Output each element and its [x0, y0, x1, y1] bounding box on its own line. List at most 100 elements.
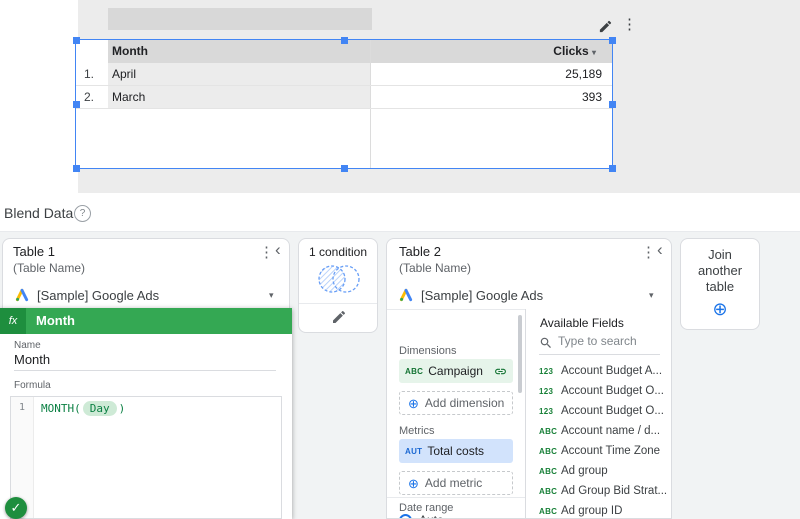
field-list-item[interactable]: 123 Account Budget O...	[539, 381, 664, 401]
field-name-input[interactable]	[14, 352, 270, 367]
field-list-item[interactable]: ABC Ad group ID	[539, 501, 623, 518]
field-name: Ad Group Bid Strat...	[561, 485, 668, 497]
table1-subtitle: (Table Name)	[13, 261, 86, 275]
table2-more-icon[interactable]: ⋮	[641, 245, 656, 260]
column-header-month[interactable]: Month	[112, 40, 148, 63]
scrollbar-thumb[interactable]	[518, 315, 522, 393]
looker-studio-blend-editor: ⋮ Month Clicks ▾ 1. April 25,189 2. Marc…	[0, 0, 800, 519]
available-fields-title: Available Fields	[540, 316, 624, 330]
section-divider	[387, 497, 525, 498]
aggregation-type-icon: AUT	[405, 446, 423, 456]
add-metric-label: Add metric	[424, 476, 483, 490]
table2-datasource[interactable]: [Sample] Google Ads	[421, 288, 543, 303]
date-range-radio[interactable]	[399, 514, 412, 518]
calculated-field-editor: fx Month Name Formula 1 MONTH( Day )	[0, 308, 292, 519]
table2-collapse-icon[interactable]: ‹	[657, 241, 663, 258]
table1-collapse-icon[interactable]: ‹	[275, 241, 281, 258]
table2-title: Table 2	[399, 244, 441, 259]
cell-bg	[108, 63, 370, 86]
field-type-icon: ABC	[405, 366, 424, 376]
table2-panel: Table 2 (Table Name) ⋮ ‹ [Sample] Google…	[386, 238, 672, 519]
available-fields-panel: Available Fields 123Account Budget A... …	[525, 309, 671, 518]
datasource-dropdown-icon[interactable]: ▾	[649, 290, 654, 301]
add-metric-button[interactable]: ⊕ Add metric	[399, 471, 513, 495]
join-another-table-card[interactable]: Join another table ⊕	[680, 238, 760, 330]
field-name: Ad group ID	[561, 505, 623, 517]
input-underline	[14, 370, 276, 371]
field-name: Ad group	[561, 465, 608, 477]
join-another-table-label: Join another table	[697, 247, 743, 294]
selection-handle[interactable]	[73, 37, 80, 44]
edit-condition-pencil-icon[interactable]	[331, 309, 347, 325]
selection-handle[interactable]	[73, 101, 80, 108]
blend-data-bar: Blend Data ?	[0, 193, 800, 394]
metric-chip-label: Total costs	[427, 444, 485, 458]
paren-token: )	[118, 402, 126, 415]
google-ads-icon	[399, 288, 413, 307]
add-icon: ⊕	[408, 395, 419, 411]
table-chart[interactable]: Month Clicks ▾ 1. April 25,189 2. March …	[75, 39, 613, 169]
component-header-bar	[108, 8, 372, 30]
name-label: Name	[14, 340, 41, 351]
cell-month: April	[112, 67, 137, 81]
add-dimension-label: Add dimension	[424, 396, 505, 410]
selection-handle[interactable]	[73, 165, 80, 172]
datasource-dropdown-icon[interactable]: ▾	[269, 290, 274, 301]
row-separator	[76, 108, 612, 109]
field-list-item[interactable]: 123 Account Budget A...	[539, 361, 662, 381]
cell-clicks: 25,189	[565, 67, 602, 81]
add-table-icon[interactable]: ⊕	[681, 299, 759, 320]
field-type-icon: ABC	[539, 506, 558, 516]
cell-bg	[108, 86, 370, 109]
metrics-label: Metrics	[399, 425, 435, 437]
dimension-chip-campaign[interactable]: ABC Campaign	[399, 359, 513, 383]
field-editor-title: Month	[36, 313, 75, 328]
cell-clicks: 393	[581, 90, 602, 104]
selection-handle[interactable]	[609, 101, 616, 108]
field-name: Account name / d...	[561, 425, 661, 437]
metric-chip-total-costs[interactable]: AUT Total costs	[399, 439, 513, 463]
field-name: Account Time Zone	[561, 445, 661, 457]
edit-pencil-icon[interactable]	[598, 19, 613, 34]
selection-handle[interactable]	[609, 37, 616, 44]
sort-arrow-icon: ▾	[591, 48, 596, 57]
formula-editor[interactable]: 1 MONTH( Day )	[10, 396, 282, 519]
formula-label: Formula	[14, 380, 51, 391]
field-list-item[interactable]: ABC Ad Group Bid Strat...	[539, 481, 667, 501]
field-list-item[interactable]: ABC Account name / d...	[539, 421, 660, 441]
selection-handle[interactable]	[609, 165, 616, 172]
field-list-item[interactable]: ABC Account Time Zone	[539, 441, 660, 461]
search-underline	[539, 354, 660, 355]
field-name: Account Budget O...	[561, 405, 664, 417]
field-name: Account Budget O...	[561, 385, 664, 397]
field-type-icon: ABC	[539, 426, 558, 436]
field-type-icon: ABC	[539, 466, 558, 476]
field-list-item[interactable]: ABC Ad group	[539, 461, 608, 481]
fx-icon: fx	[0, 308, 26, 334]
table1-datasource[interactable]: [Sample] Google Ads	[37, 288, 159, 303]
dimensions-label: Dimensions	[399, 345, 457, 357]
dimension-chip-label: Campaign	[428, 364, 483, 378]
field-name: Account Budget A...	[561, 365, 663, 377]
row-number: 1.	[84, 67, 95, 81]
add-icon: ⊕	[408, 475, 419, 491]
save-field-button[interactable]: ✓	[5, 497, 27, 519]
table1-title: Table 1	[13, 244, 55, 259]
field-chip-day[interactable]: Day	[82, 401, 117, 416]
add-dimension-button[interactable]: ⊕ Add dimension	[399, 391, 513, 415]
google-ads-icon	[15, 288, 29, 307]
column-header-clicks[interactable]: Clicks ▾	[370, 40, 596, 63]
help-icon[interactable]: ?	[74, 205, 91, 222]
chart-more-options-icon[interactable]: ⋮	[622, 17, 637, 32]
join-condition-card[interactable]: 1 condition	[298, 238, 378, 333]
line-number: 1	[18, 402, 26, 413]
table1-more-icon[interactable]: ⋮	[259, 245, 274, 260]
cell-month: March	[112, 90, 146, 104]
field-list-item[interactable]: 123 Account Budget O...	[539, 401, 664, 421]
link-icon	[494, 365, 507, 378]
selection-handle[interactable]	[341, 165, 348, 172]
formula-code-line: MONTH( Day )	[41, 401, 125, 416]
card-divider	[299, 303, 377, 304]
selection-handle[interactable]	[341, 37, 348, 44]
field-search-input[interactable]	[558, 334, 660, 348]
